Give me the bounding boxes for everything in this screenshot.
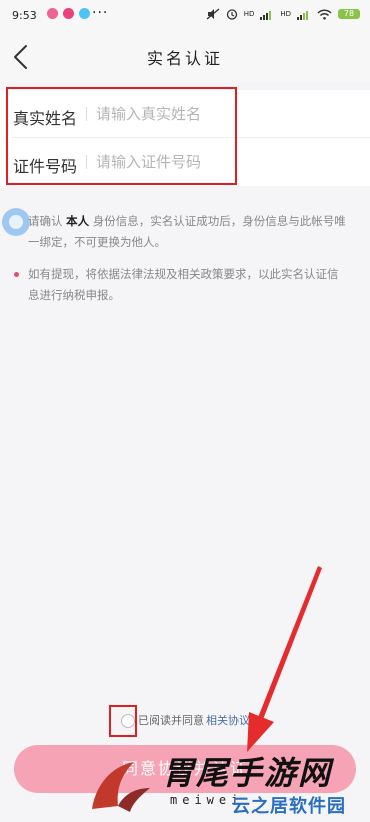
mute-icon xyxy=(206,8,220,20)
agreement-checkbox[interactable] xyxy=(121,714,135,728)
notice-emphasis: 本人 xyxy=(66,214,90,228)
battery-icon: 78 xyxy=(338,9,360,19)
real-name-input[interactable] xyxy=(96,100,336,128)
agreement-link[interactable]: 相关协议 xyxy=(206,710,250,732)
field-separator xyxy=(86,155,87,169)
nav-bar: 实名认证 xyxy=(0,32,370,82)
system-status: HD HD 78 xyxy=(206,8,360,20)
identity-form: 真实姓名 证件号码 xyxy=(0,90,370,186)
hd-label: HD xyxy=(243,10,255,18)
hd-label: HD xyxy=(280,10,291,18)
notice-tax-report: 如有提现，将依据法律法规及相关政策要求，以此实名认证信 息进行纳税申报。 xyxy=(28,264,358,306)
notice-text: 一绑定，不可更换为他人。 xyxy=(28,235,166,249)
app-notification-icon xyxy=(47,8,58,19)
field-separator xyxy=(86,107,87,121)
wifi-icon xyxy=(317,8,332,20)
status-time: 9:53 xyxy=(12,9,37,22)
id-number-row: 证件号码 xyxy=(0,138,370,186)
signal-icon xyxy=(297,10,308,20)
notice-confirm-identity: 请确认 本人 身份信息，实名认证成功后，身份信息与此帐号唯 一绑定，不可更换为他… xyxy=(28,211,358,253)
notice-text: 如有提现，将依据法律法规及相关政策要求，以此实名认证信 xyxy=(28,267,339,281)
status-bar: 9:53 ··· HD HD 78 xyxy=(0,0,370,32)
page-title: 实名认证 xyxy=(146,49,223,68)
notice-text: 身份信息，实名认证成功后，身份信息与此帐号唯 xyxy=(92,214,346,228)
signal-icon xyxy=(260,10,272,20)
touch-indicator xyxy=(2,208,30,236)
watermark-subtext: 云之居软件园 xyxy=(232,796,346,817)
watermark-logo xyxy=(92,762,150,812)
id-number-label: 证件号码 xyxy=(13,157,78,176)
watermark-text: 胃尾手游网 xyxy=(162,754,333,792)
id-number-input[interactable] xyxy=(96,148,336,176)
agreement-text: 已阅读并同意 xyxy=(138,714,204,727)
app-notification-icon xyxy=(79,8,90,19)
name-row: 真实姓名 xyxy=(0,90,370,138)
more-notifications-icon: ··· xyxy=(92,5,109,21)
alarm-icon xyxy=(226,9,237,20)
notification-icons xyxy=(47,8,90,19)
notice-text: 息进行纳税申报。 xyxy=(28,288,120,302)
notice-prefix: 请确认 xyxy=(28,214,63,228)
name-label: 真实姓名 xyxy=(13,109,78,128)
app-notification-icon xyxy=(63,8,74,19)
bullet-dot xyxy=(14,272,19,277)
